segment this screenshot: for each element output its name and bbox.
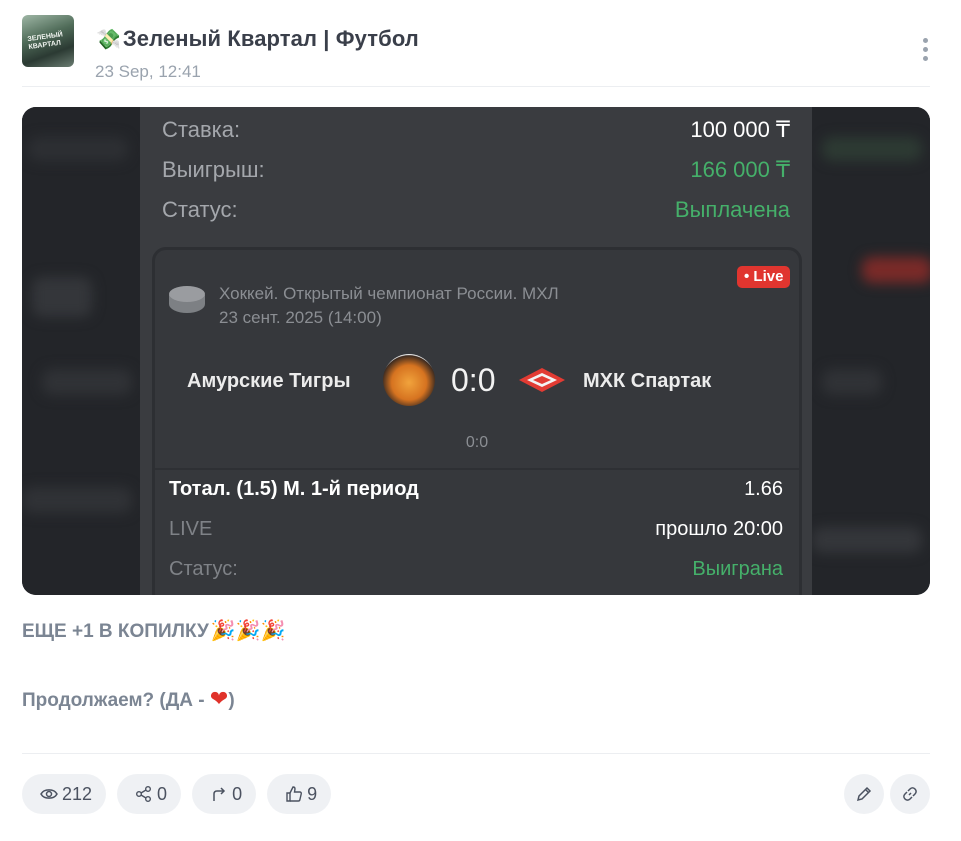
tiger-logo-icon	[383, 354, 435, 406]
pencil-icon	[856, 786, 872, 802]
share-icon	[136, 786, 152, 802]
post-line-1-text: ЕЩЕ +1 В КОПИЛКУ	[22, 621, 209, 642]
blur-shape	[822, 369, 882, 395]
divider	[22, 86, 930, 87]
thumbs-up-icon	[286, 786, 303, 802]
spartak-logo-icon	[519, 368, 565, 392]
match-date: 23 сент. 2025 (14:00)	[219, 308, 382, 327]
stake-value: 100 000 ₸	[690, 117, 790, 142]
home-team: Амурские Тигры	[187, 370, 351, 392]
status-value: Выплачена	[674, 197, 790, 222]
blur-shape	[822, 137, 922, 161]
blur-shape	[42, 369, 132, 395]
match-score: 0:0	[451, 362, 496, 398]
win-row: Выигрыш: 166 000 ₸	[162, 157, 790, 183]
heart-icon: ❤	[209, 687, 229, 712]
blur-shape	[812, 527, 922, 553]
bet-status-row: Статус: Выиграна	[169, 558, 783, 581]
blur-shape	[862, 257, 930, 283]
stake-label: Ставка:	[162, 117, 241, 142]
blur-shape	[28, 137, 128, 161]
league-name: Хоккей. Открытый чемпионат России. МХЛ	[219, 284, 559, 303]
post-image[interactable]: Ставка: 100 000 ₸ Выигрыш: 166 000 ₸ Ста…	[22, 107, 930, 595]
post-line-2: Продолжаем? (ДА - ❤)	[22, 687, 235, 712]
away-team: МХК Спартак	[583, 370, 712, 392]
divider	[22, 753, 930, 754]
live-row: LIVE прошло 20:00	[169, 518, 783, 541]
bet-odds: 1.66	[744, 478, 783, 500]
party-popper-icon: 🎉🎉🎉	[210, 618, 286, 642]
bet-panel: Ставка: 100 000 ₸ Выигрыш: 166 000 ₸ Ста…	[140, 107, 812, 595]
hockey-puck-icon	[169, 286, 205, 316]
status-row: Статус: Выплачена	[162, 197, 790, 223]
forwards-count: 0	[232, 783, 243, 804]
period-score: 0:0	[465, 434, 489, 451]
bet-status-value: Выиграна	[692, 558, 783, 580]
post-line-1: ЕЩЕ +1 В КОПИЛКУ 🎉🎉🎉	[22, 618, 286, 643]
edit-button[interactable]	[844, 774, 884, 814]
win-value: 166 000 ₸	[690, 157, 790, 182]
views-counter[interactable]: 212	[22, 774, 107, 814]
league-info: Хоккей. Открытый чемпионат России. МХЛ 2…	[219, 282, 559, 330]
post-line-2-end: )	[228, 690, 235, 711]
post-date: 23 Sep, 12:41	[95, 62, 201, 81]
post-header: ЗЕЛЕНЫЙ КВАРТАЛ 💸 Зеленый Квартал | Футб…	[22, 12, 932, 81]
elapsed-time: прошло 20:00	[655, 518, 783, 540]
post-line-2-start: Продолжаем? (ДА -	[22, 690, 210, 711]
bet-row: Тотал. (1.5) М. 1-й период 1.66	[169, 478, 783, 501]
stake-row: Ставка: 100 000 ₸	[162, 117, 790, 143]
share-button[interactable]: 0	[117, 774, 182, 814]
match-card: Хоккей. Открытый чемпионат России. МХЛ 2…	[152, 247, 802, 595]
avatar-logo-text: ЗЕЛЕНЫЙ КВАРТАЛ	[27, 31, 64, 52]
likes-count: 9	[307, 783, 318, 804]
views-count: 212	[62, 783, 93, 804]
stats-bar: 212 0 0 9	[22, 774, 332, 814]
bet-status-label: Статус:	[169, 558, 238, 580]
channel-avatar[interactable]: ЗЕЛЕНЫЙ КВАРТАЛ	[22, 15, 74, 67]
win-label: Выигрыш:	[162, 157, 265, 182]
copy-link-button[interactable]	[890, 774, 930, 814]
forward-icon	[213, 787, 226, 801]
channel-title-row[interactable]: 💸 Зеленый Квартал | Футбол	[96, 26, 419, 52]
live-label: LIVE	[169, 518, 213, 540]
like-button[interactable]: 9	[267, 774, 332, 814]
forward-button[interactable]: 0	[192, 774, 257, 814]
money-emoji-icon: 💸	[96, 27, 121, 51]
bet-label: Тотал. (1.5) М. 1-й период	[169, 478, 419, 500]
blur-shape	[32, 277, 92, 317]
card-divider	[155, 468, 799, 470]
link-icon	[903, 787, 917, 801]
blur-shape	[22, 487, 132, 513]
more-menu-icon[interactable]	[918, 38, 932, 70]
channel-title[interactable]: Зеленый Квартал | Футбол	[123, 26, 419, 52]
eye-icon	[40, 789, 58, 799]
status-label: Статус:	[162, 197, 238, 222]
shares-count: 0	[157, 783, 168, 804]
live-badge: • Live	[737, 266, 791, 288]
